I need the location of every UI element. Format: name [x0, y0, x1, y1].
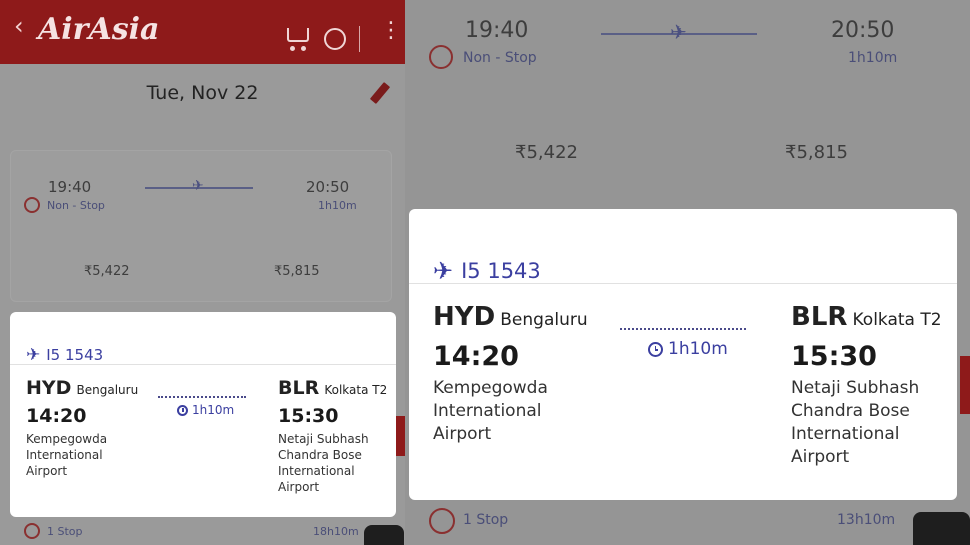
- airport-line: Chandra Bose: [791, 401, 910, 421]
- origin-airport: Kempegowda International Airport: [26, 431, 107, 479]
- cart-icon[interactable]: [287, 28, 309, 42]
- duration-label: 1h10m: [848, 50, 898, 66]
- clock-icon: [177, 404, 188, 416]
- duration-label: 1h10m: [318, 199, 357, 212]
- destination-time: 15:30: [278, 405, 339, 427]
- destination-airport: Netaji Subhash Chandra Bose Internationa…: [278, 431, 369, 495]
- duration-value: 1h10m: [192, 403, 235, 417]
- info-icon: [429, 508, 455, 534]
- stops-label: 1 Stop: [47, 525, 83, 538]
- arrive-time: 20:50: [831, 18, 895, 43]
- airport-line: Airport: [791, 447, 850, 467]
- airport-line: Chandra Bose: [278, 448, 362, 462]
- origin-time: 14:20: [26, 405, 87, 427]
- flight-number: I5 1543: [46, 346, 104, 364]
- back-arrow-icon[interactable]: ‹: [14, 12, 24, 40]
- airport-line: Kempegowda: [26, 432, 108, 446]
- flight-details-popup: ✈ I5 1543 HYD Bengaluru 14:20 Kempegowda…: [10, 312, 396, 517]
- fare-option[interactable]: ₹5,422: [515, 142, 578, 163]
- fab-button[interactable]: [364, 525, 404, 545]
- globe-icon[interactable]: [324, 28, 346, 50]
- duration-label: 18h10m: [313, 525, 359, 538]
- red-strip: [960, 356, 970, 414]
- origin-airport: Kempegowda International Airport: [433, 377, 548, 446]
- travel-date[interactable]: Tue, Nov 22: [0, 82, 405, 104]
- plane-icon: ✈: [26, 345, 41, 365]
- destination-heading: BLR Kolkata T2: [278, 377, 387, 399]
- airport-line: Netaji Subhash: [791, 378, 920, 398]
- duration-value: 1h10m: [668, 339, 728, 359]
- airport-line: Kempegowda: [433, 378, 548, 398]
- arrive-time: 20:50: [306, 178, 350, 196]
- airport-line: Netaji Subhash: [278, 432, 369, 446]
- stops-label: Non - Stop: [463, 50, 537, 66]
- clock-icon: [648, 341, 663, 357]
- destination-city: Kolkata T2: [852, 310, 942, 330]
- flight-header: ✈ I5 1543: [26, 345, 103, 365]
- info-icon: [24, 523, 40, 539]
- origin-code: HYD: [433, 302, 496, 332]
- more-vert-icon[interactable]: ⋮: [380, 20, 402, 42]
- info-icon: [24, 197, 40, 213]
- airport-line: International: [26, 448, 103, 462]
- flight-header: ✈ I5 1543: [433, 257, 541, 285]
- airport-line: International: [278, 464, 355, 478]
- depart-time: 19:40: [48, 178, 92, 196]
- origin-city: Bengaluru: [500, 310, 588, 330]
- fare-option[interactable]: ₹5,422: [84, 264, 130, 279]
- fab-button[interactable]: [913, 512, 970, 545]
- origin-time: 14:20: [433, 341, 519, 372]
- destination-heading: BLR Kolkata T2: [791, 302, 942, 332]
- flight-card[interactable]: [10, 150, 392, 302]
- fare-option[interactable]: ₹5,815: [785, 142, 848, 163]
- cart-wheel: [301, 46, 306, 51]
- airport-line: Airport: [433, 424, 492, 444]
- date-bar: Tue, Nov 22: [0, 64, 405, 124]
- cart-wheel: [290, 46, 295, 51]
- red-strip: [395, 416, 405, 456]
- plane-icon: ✈: [670, 20, 687, 44]
- toolbar-divider: [359, 26, 360, 52]
- divider: [409, 283, 957, 284]
- depart-time: 19:40: [465, 18, 529, 43]
- origin-heading: HYD Bengaluru: [26, 377, 138, 399]
- divider: [10, 364, 396, 365]
- destination-time: 15:30: [791, 341, 877, 372]
- origin-city: Bengaluru: [76, 383, 139, 397]
- destination-city: Kolkata T2: [324, 383, 388, 397]
- airport-line: International: [433, 401, 542, 421]
- stops-label: 1 Stop: [463, 512, 509, 528]
- airport-line: Airport: [26, 464, 68, 478]
- origin-heading: HYD Bengaluru: [433, 302, 588, 332]
- duration-label: 13h10m: [837, 512, 896, 528]
- left-screen: ‹ AirAsia ⋮ Tue, Nov 22 19:40 ✈ 20:50 No…: [0, 0, 405, 545]
- duration: 1h10m: [648, 339, 728, 359]
- destination-code: BLR: [278, 377, 320, 399]
- origin-code: HYD: [26, 377, 72, 399]
- airasia-logo: AirAsia: [38, 12, 160, 47]
- airport-line: International: [791, 424, 900, 444]
- airport-line: Airport: [278, 480, 320, 494]
- destination-code: BLR: [791, 302, 848, 332]
- fare-option[interactable]: ₹5,815: [274, 264, 320, 279]
- flight-number: I5 1543: [461, 259, 541, 283]
- route-dots: [620, 328, 746, 330]
- duration: 1h10m: [177, 403, 234, 417]
- plane-icon: ✈: [433, 257, 454, 285]
- destination-airport: Netaji Subhash Chandra Bose Internationa…: [791, 377, 919, 469]
- route-dots: [158, 396, 246, 398]
- app-bar: ‹ AirAsia ⋮: [0, 0, 405, 64]
- plane-icon: ✈: [192, 178, 204, 194]
- stops-label: Non - Stop: [47, 199, 105, 212]
- info-icon: [429, 45, 453, 69]
- flight-details-popup-zoomed: ✈ I5 1543 HYD Bengaluru 14:20 Kempegowda…: [409, 209, 957, 500]
